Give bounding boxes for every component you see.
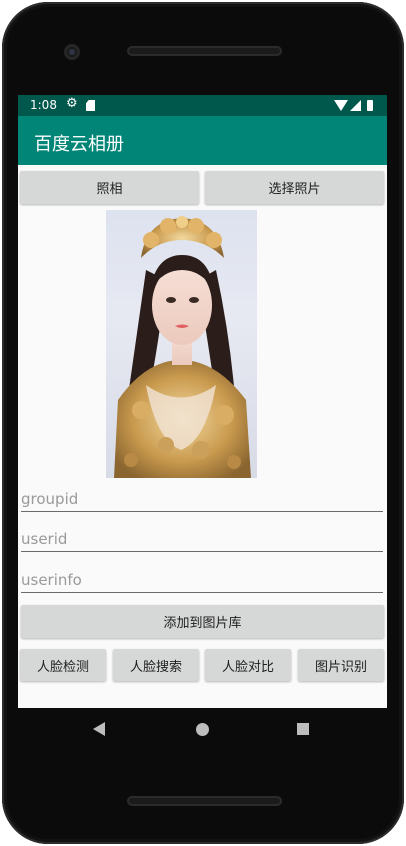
nav-home-icon[interactable] (196, 723, 209, 736)
top-speaker (127, 46, 282, 56)
nav-recents-icon[interactable] (297, 723, 309, 735)
nav-back-icon[interactable] (93, 722, 105, 736)
userinfo-input[interactable] (21, 568, 383, 592)
userinfo-field[interactable] (21, 568, 383, 593)
take-photo-button[interactable]: 照相 (20, 171, 199, 204)
userid-input[interactable] (21, 527, 383, 551)
face-detect-button[interactable]: 人脸检测 (20, 649, 106, 681)
wifi-icon (334, 100, 348, 111)
app-bar: 百度云相册 (18, 116, 387, 165)
add-to-library-button[interactable]: 添加到图片库 (21, 605, 384, 638)
bottom-speaker (127, 796, 282, 806)
app-screen: 1:08 ⚙ 百度云相册 照相 选择照片 groupid userid user… (18, 95, 387, 708)
choose-photo-button[interactable]: 选择照片 (205, 171, 384, 204)
image-recognize-button[interactable]: 图片识别 (298, 649, 384, 681)
status-time: 1:08 (30, 98, 57, 112)
status-bar: 1:08 ⚙ (18, 95, 387, 116)
groupid-field[interactable] (21, 487, 383, 512)
battery-icon (367, 100, 373, 111)
settings-gear-icon: ⚙ (66, 96, 78, 111)
groupid-input[interactable] (21, 487, 383, 511)
userid-field[interactable] (21, 527, 383, 552)
app-title: 百度云相册 (34, 134, 124, 155)
face-search-button[interactable]: 人脸搜索 (113, 649, 199, 681)
signal-icon (350, 100, 361, 111)
face-compare-button[interactable]: 人脸对比 (205, 649, 291, 681)
front-camera (64, 44, 80, 60)
system-nav-bar (18, 708, 387, 752)
sd-card-icon (86, 100, 95, 111)
selected-photo (106, 210, 257, 478)
